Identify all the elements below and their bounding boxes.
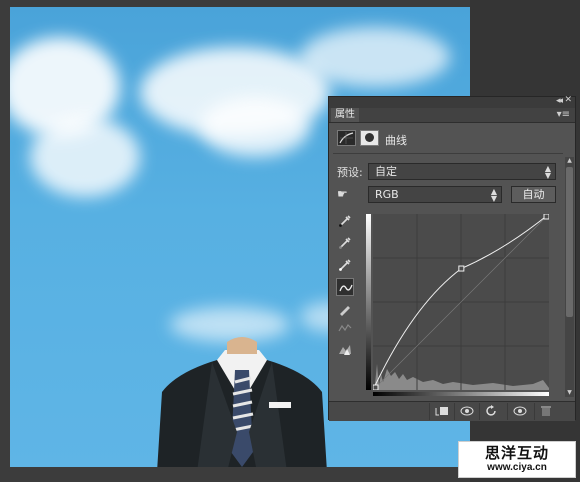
dropdown-arrows-icon: ▲ ▼ [544, 164, 551, 180]
panel-bottom-bar [329, 401, 575, 421]
curve-control-point[interactable] [458, 265, 465, 272]
scroll-down-icon[interactable]: ▼ [565, 389, 574, 397]
panel-menu-icon[interactable]: ▾≡ [557, 108, 570, 122]
watermark-url: www.ciya.cn [487, 462, 547, 473]
targeted-adjustment-hand-icon[interactable]: ☛ [337, 187, 348, 201]
pencil-icon[interactable] [336, 300, 354, 318]
curves-graph[interactable] [373, 214, 549, 390]
tab-properties[interactable]: 属性 [331, 108, 359, 122]
reset-icon[interactable] [479, 403, 504, 420]
tab-row: 属性 ▾≡ [329, 108, 575, 123]
curves-adjustment-icon[interactable] [337, 130, 356, 146]
divider [333, 153, 563, 154]
clip-to-layer-icon[interactable] [429, 403, 454, 420]
preset-value: 自定 [375, 165, 397, 178]
output-gradient-bar [366, 214, 371, 390]
view-previous-state-icon[interactable] [454, 403, 479, 420]
headless-suit-image [157, 337, 327, 467]
collapse-icon[interactable]: ◂◂ [556, 96, 563, 106]
scrollbar-thumb[interactable] [566, 167, 573, 317]
scroll-up-icon[interactable]: ▲ [565, 157, 574, 165]
properties-panel: ◂◂ ✕ 属性 ▾≡ 曲线 预设: 自定 ▲ ▼ ☛ RGB ▲ ▼ 自动 ▲ … [328, 95, 576, 421]
panel-header-bar[interactable]: ◂◂ ✕ [329, 95, 575, 108]
layer-mask-icon[interactable] [360, 130, 379, 146]
curve-point-tool-icon[interactable] [336, 278, 354, 296]
cloud [30, 117, 140, 197]
channel-dropdown[interactable]: RGB ▲ ▼ [368, 186, 502, 203]
auto-button[interactable]: 自动 [511, 186, 556, 203]
preset-dropdown[interactable]: 自定 ▲ ▼ [368, 163, 556, 180]
dropdown-arrows-icon: ▲ ▼ [490, 187, 497, 203]
clipping-warning-icon[interactable] [336, 340, 354, 358]
adjustment-title: 曲线 [385, 134, 407, 147]
visibility-eye-icon[interactable] [507, 403, 532, 420]
curves-graph-area[interactable] [365, 210, 555, 400]
watermark-title: 思洋互动 [484, 444, 549, 462]
smooth-icon[interactable] [336, 319, 354, 337]
preset-label: 预设: [337, 166, 363, 179]
cloud [200, 97, 310, 157]
black-point-eyedropper-icon[interactable] [336, 212, 354, 230]
cloud [300, 27, 450, 87]
channel-value: RGB [375, 188, 399, 201]
close-icon[interactable]: ✕ [564, 95, 572, 105]
gray-point-eyedropper-icon[interactable] [336, 234, 354, 252]
curve-control-point[interactable] [373, 384, 379, 390]
white-point-eyedropper-icon[interactable] [336, 256, 354, 274]
delete-trash-icon[interactable] [534, 403, 559, 420]
watermark: 思洋互动 www.ciya.cn [458, 441, 576, 478]
input-gradient-bar [373, 392, 549, 396]
curve-control-point[interactable] [543, 214, 549, 220]
